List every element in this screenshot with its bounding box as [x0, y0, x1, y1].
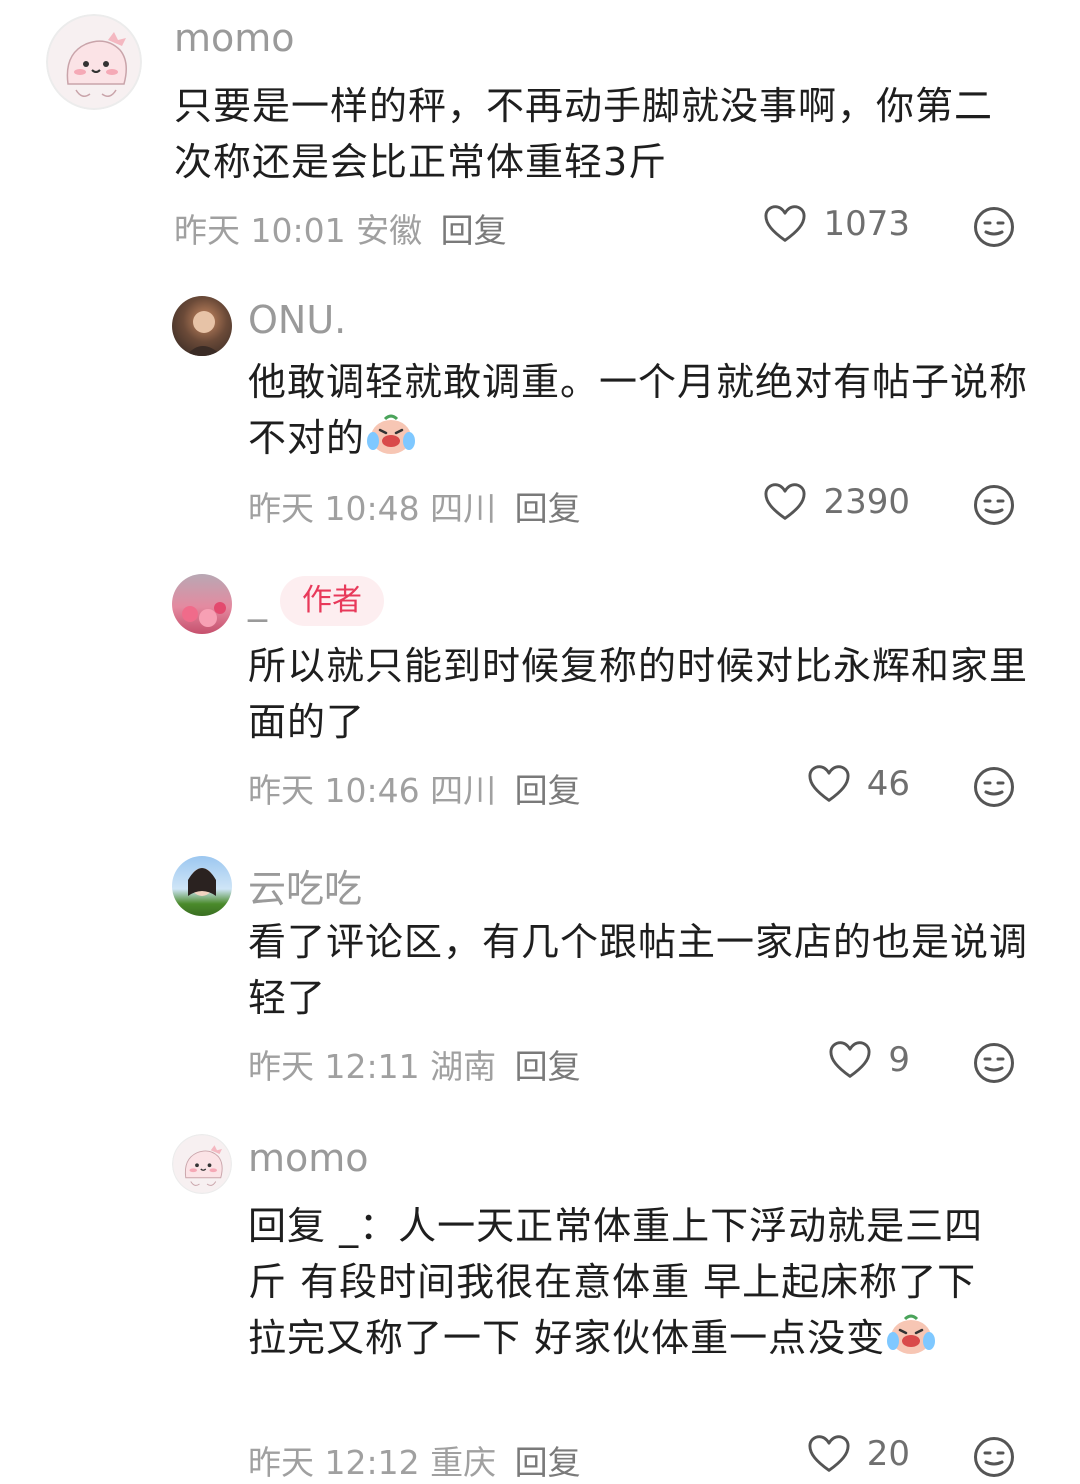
avatar[interactable]	[172, 574, 232, 634]
user-photo-icon	[186, 311, 222, 356]
reply-button[interactable]: 回复	[515, 1047, 581, 1086]
neutral-face-icon[interactable]	[973, 206, 1015, 248]
crying-laughing-emoji	[365, 411, 417, 457]
username[interactable]: ONU.	[248, 298, 346, 342]
comment-text: 回复 _：人一天正常体重上下浮动就是三四斤 有段时间我很在意体重 早上起床称了下…	[248, 1204, 984, 1360]
heart-outline-icon	[763, 482, 807, 522]
comment-text: 只要是一样的秤，不再动手脚就没事啊，你第二次称还是会比正常体重轻3斤	[174, 84, 994, 184]
neutral-face-icon[interactable]	[973, 1042, 1015, 1084]
like-count: 46	[866, 764, 910, 804]
comment-text: 所以就只能到时候复称的时候对比永辉和家里面的了	[248, 644, 1029, 744]
like-button[interactable]: 2390	[710, 482, 910, 522]
time-location: 昨天 12:12 重庆	[248, 1443, 497, 1482]
avatar[interactable]	[172, 856, 232, 916]
username[interactable]: 云吃吃	[248, 858, 362, 913]
momo-avatar-icon	[172, 1134, 232, 1194]
crying-laughing-emoji	[885, 1311, 937, 1357]
comment-text: 看了评论区，有几个跟帖主一家店的也是说调轻了	[248, 920, 1029, 1020]
heart-outline-icon	[807, 764, 851, 804]
user-photo-icon	[188, 868, 216, 896]
reply-button[interactable]: 回复	[441, 211, 507, 250]
time-location: 昨天 10:48 四川	[248, 489, 497, 528]
avatar[interactable]	[172, 1134, 232, 1194]
neutral-face-icon[interactable]	[973, 1436, 1015, 1478]
username[interactable]: momo	[248, 1136, 369, 1180]
flowers-photo-icon	[182, 602, 226, 627]
comment-meta: 昨天 10:48 四川 回复	[248, 482, 581, 530]
comment-meta: 昨天 10:46 四川 回复	[248, 764, 581, 812]
reply-button[interactable]: 回复	[515, 1443, 581, 1482]
like-button[interactable]: 46	[710, 764, 910, 804]
heart-outline-icon	[763, 204, 807, 244]
reply-button[interactable]: 回复	[515, 771, 581, 810]
like-button[interactable]: 9	[710, 1040, 910, 1080]
like-count: 2390	[823, 482, 910, 522]
like-button[interactable]: 1073	[710, 204, 910, 244]
comment-meta: 昨天 12:11 湖南 回复	[248, 1040, 581, 1088]
heart-outline-icon	[828, 1040, 872, 1080]
momo-avatar-icon	[46, 14, 142, 110]
time-location: 昨天 10:01 安徽	[174, 211, 423, 250]
time-location: 昨天 10:46 四川	[248, 771, 497, 810]
like-button[interactable]: 20	[710, 1434, 910, 1474]
neutral-face-icon[interactable]	[973, 484, 1015, 526]
avatar[interactable]	[172, 296, 232, 356]
comment-meta: 昨天 10:01 安徽 回复	[174, 204, 507, 252]
username[interactable]: _	[248, 578, 267, 622]
like-count: 20	[866, 1434, 910, 1474]
like-count: 9	[888, 1040, 910, 1080]
neutral-face-icon[interactable]	[973, 766, 1015, 808]
avatar[interactable]	[46, 14, 142, 110]
time-location: 昨天 12:11 湖南	[248, 1047, 497, 1086]
reply-button[interactable]: 回复	[515, 489, 581, 528]
username[interactable]: momo	[174, 16, 295, 60]
like-count: 1073	[823, 204, 910, 244]
author-badge: 作者	[280, 576, 384, 626]
heart-outline-icon	[807, 1434, 851, 1474]
comment-text: 他敢调轻就敢调重。一个月就绝对有帖子说称不对的	[248, 360, 1029, 460]
